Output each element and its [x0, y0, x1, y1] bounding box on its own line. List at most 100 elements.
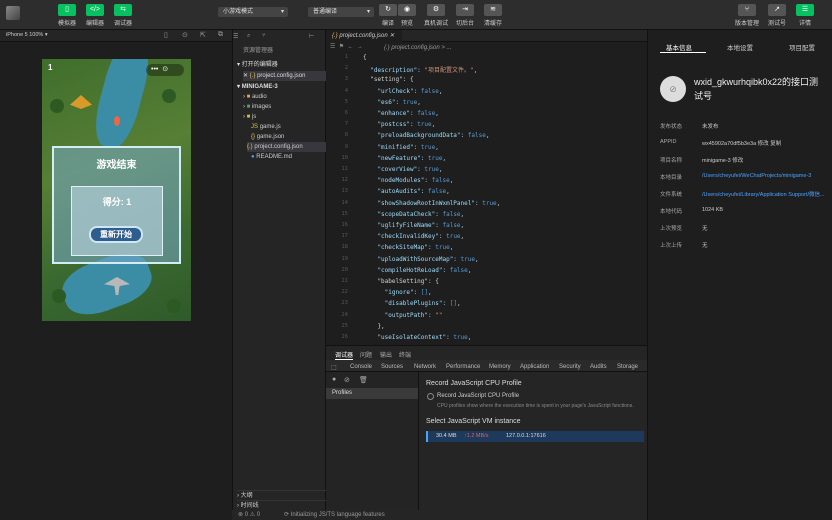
record-option: Record JavaScript CPU Profile	[437, 393, 520, 399]
tab-output[interactable]: 输出	[380, 350, 392, 359]
json-icon: {.}	[247, 144, 253, 150]
code-line: "newFeature": true,	[363, 154, 447, 162]
share-icon[interactable]: ⇱	[200, 31, 206, 39]
record-icon[interactable]: ●	[332, 376, 336, 383]
tab-network[interactable]: Network	[414, 364, 436, 370]
compile-select[interactable]: 普通编译	[308, 7, 374, 17]
tab-terminal[interactable]: 终端	[399, 350, 411, 359]
line-number: 22	[341, 289, 348, 296]
tab-memory[interactable]: Memory	[489, 364, 511, 370]
remote-debug-button[interactable]: ⚙ 真机调试	[421, 4, 451, 27]
tab-application[interactable]: Application	[520, 364, 549, 370]
version-button[interactable]: ⑂ 版本管理	[732, 4, 762, 27]
info-key: 发布状态	[660, 124, 683, 130]
line-number: 24	[341, 311, 348, 318]
code-line: "nodeModules": false,	[363, 177, 454, 185]
folder-icon: ■	[246, 114, 251, 120]
record-icon[interactable]: ⊙	[182, 31, 188, 39]
explorer-panel: ☰ ⌕ ⑂ ⊢ 资源管理器 ▾ 打开的编辑器 ✕ {.} project.con…	[232, 30, 331, 520]
layers-icon: ≋	[484, 4, 502, 16]
capsule-menu[interactable]: ••• ⊙	[146, 64, 184, 76]
debugger-button[interactable]: ⇆ 调试器	[108, 4, 138, 27]
tab-project-config[interactable]: 项目配置	[789, 42, 815, 52]
clear-cache-button[interactable]: ≋ 清缓存	[478, 4, 508, 27]
level-number: 1	[48, 63, 53, 72]
switch-icon: ⇥	[456, 4, 474, 16]
code-line: "minified": true,	[363, 143, 439, 151]
inspect-icon[interactable]: ⬚	[331, 364, 337, 371]
simulator-button[interactable]: ▯ 模拟器	[52, 4, 82, 27]
app-name: wxid_gkwurhqibk0x22的接口测试号	[694, 77, 819, 101]
tab-local-settings[interactable]: 本地设置	[727, 42, 753, 52]
tab-basic-info[interactable]: 基本信息	[666, 42, 692, 52]
info-key: 上次上传	[660, 243, 683, 249]
code-line: "uploadWithSourceMap": true,	[363, 255, 479, 263]
test-account-button[interactable]: ↗ 测试号	[762, 4, 792, 27]
vm-title: Select JavaScript VM instance	[426, 418, 521, 425]
menu-icon: ☰	[796, 4, 814, 16]
record-radio[interactable]	[427, 393, 434, 400]
info-value[interactable]: /Users/cheyufei/WeChatProjects/minigame-…	[702, 173, 811, 179]
tab-console[interactable]: Console	[350, 364, 372, 370]
active-tab-underline	[660, 52, 706, 53]
editor-side-icons: ☰ ⚑ ← →	[330, 43, 363, 50]
tab-security[interactable]: Security	[559, 364, 581, 370]
open-editor-item[interactable]: ✕ {.} project.config.json	[243, 71, 327, 81]
tab-sources[interactable]: Sources	[381, 364, 403, 370]
open-editors-header[interactable]: ▾ 打开的编辑器	[237, 60, 331, 70]
timeline-header[interactable]: › 时间线	[237, 500, 331, 510]
line-number: 3	[344, 76, 348, 83]
avatar[interactable]	[6, 6, 20, 20]
close-icon[interactable]: ✕	[389, 33, 394, 39]
tab-storage[interactable]: Storage	[617, 364, 638, 370]
tab-debugger[interactable]: 调试器	[335, 350, 354, 360]
line-number: 12	[341, 177, 348, 184]
explorer-toolbar: ☰ ⌕ ⑂ ⊢	[227, 33, 327, 43]
info-key: APPID	[660, 139, 677, 145]
editor-tab[interactable]: {.} project.config.json ✕	[326, 30, 402, 42]
code-line: "uglifyFileName": false,	[363, 222, 465, 229]
restart-button[interactable]: 重新开始	[89, 226, 143, 243]
folder-icon: ■	[246, 94, 251, 100]
back-icon[interactable]: ←	[347, 44, 353, 50]
tab-problems[interactable]: 问题	[360, 350, 372, 359]
folder-audio[interactable]: › ■ audio	[243, 92, 337, 102]
info-value: 未发布	[702, 124, 719, 130]
app-avatar: ⊘	[660, 76, 686, 102]
background-button[interactable]: ⇥ 切后台	[450, 4, 480, 27]
window-icon[interactable]: ⧉	[218, 31, 223, 39]
folder-images[interactable]: › ■ images	[243, 102, 337, 112]
folder-js[interactable]: › ■ js	[243, 112, 337, 122]
forward-icon[interactable]: →	[357, 44, 363, 50]
editor-button[interactable]: </> 编辑器	[80, 4, 110, 27]
bookmark-icon[interactable]: ⚑	[339, 44, 344, 50]
code-line: "autoAudits": false,	[363, 188, 450, 196]
outline-header[interactable]: › 大纲	[237, 490, 331, 500]
rotate-icon[interactable]: ▯	[164, 31, 168, 39]
line-number: 23	[341, 300, 348, 307]
problem-counts[interactable]: ⊗ 0 ⚠ 0	[238, 510, 260, 520]
branch-icon[interactable]: ⑂	[262, 33, 266, 39]
line-number: 25	[341, 322, 348, 329]
profiles-item[interactable]: Profiles	[326, 388, 418, 399]
stop-icon[interactable]: ⊘	[344, 376, 350, 384]
layout-icon[interactable]: ⊢	[309, 33, 314, 40]
preview-button[interactable]: ◉ 预览	[392, 4, 422, 27]
details-panel	[647, 30, 832, 520]
eye-icon: ◉	[398, 4, 416, 16]
info-value[interactable]: /Users/cheyufei/Library/Application Supp…	[702, 190, 825, 198]
device-select[interactable]: iPhone 5 100% ▾	[6, 32, 48, 38]
trash-icon[interactable]: 🗑	[359, 376, 368, 384]
tab-performance[interactable]: Performance	[446, 364, 480, 370]
mode-select[interactable]: 小游戏模式	[218, 7, 288, 17]
search-icon[interactable]: ⌕	[247, 33, 250, 40]
list-icon[interactable]: ☰	[233, 33, 238, 40]
info-icon: ●	[251, 154, 255, 160]
details-button[interactable]: ☰ 详情	[790, 4, 820, 27]
project-header[interactable]: ▾ MINIGAME-3	[237, 82, 331, 92]
vm-instance-row[interactable]: 30.4 MB ↑1.2 MB/s 127.0.0.1:17616	[426, 431, 644, 442]
list-icon[interactable]: ☰	[330, 44, 335, 50]
tab-audits[interactable]: Audits	[590, 364, 607, 370]
device-icon: ⚙	[427, 4, 445, 16]
file-project-config[interactable]: {.} project.config.json	[247, 142, 327, 152]
